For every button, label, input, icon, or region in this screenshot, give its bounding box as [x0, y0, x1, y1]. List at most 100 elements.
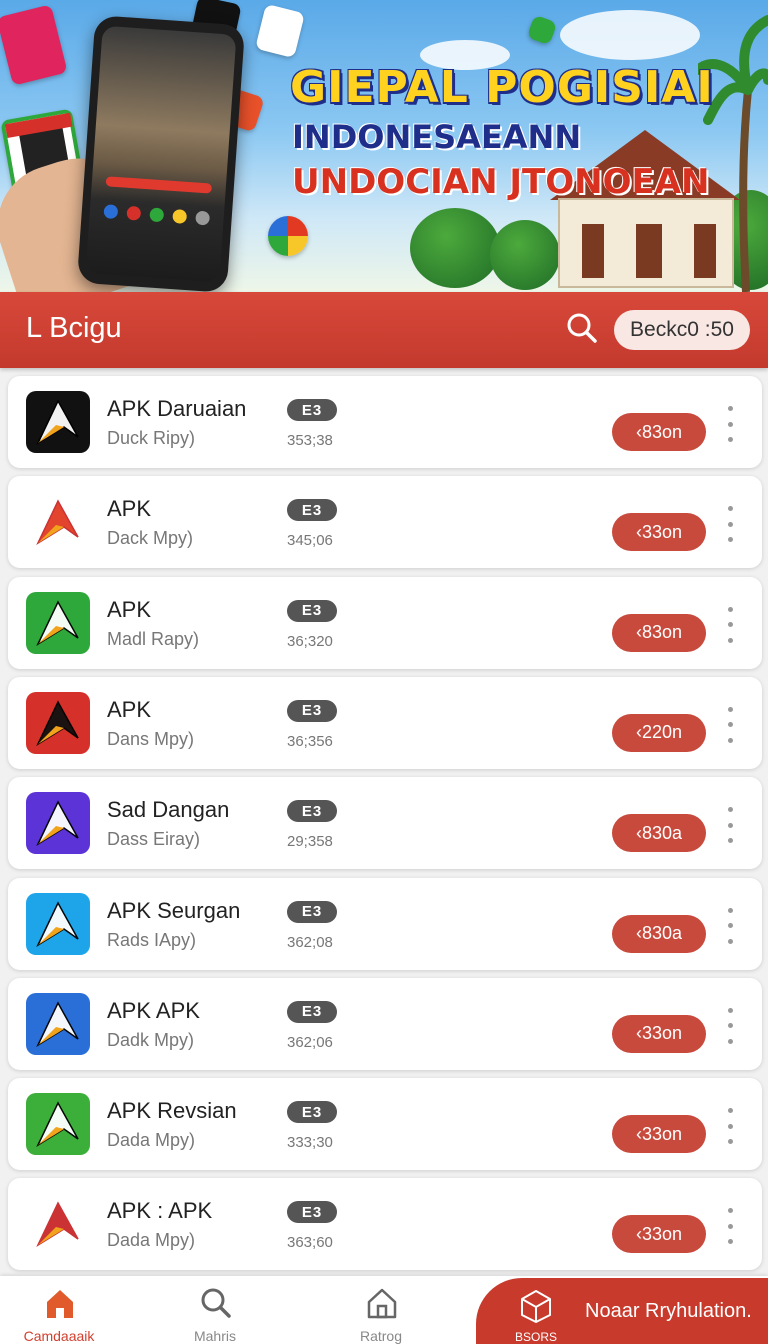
app-action-button[interactable]: ‹33on [612, 1115, 706, 1154]
app-icon[interactable] [26, 792, 90, 855]
nav-promo-item-label: BSORS [514, 1330, 557, 1344]
app-list-item[interactable]: APK APK Dadk Mpy) E3 362;06 ‹33on [8, 977, 762, 1070]
app-badge: E3 [287, 599, 337, 622]
more-options-icon[interactable] [724, 506, 736, 543]
app-badge: E3 [287, 399, 337, 421]
app-icon[interactable] [26, 1093, 90, 1156]
more-options-icon[interactable] [724, 1208, 736, 1245]
app-action-button[interactable]: ‹830a [612, 914, 706, 953]
app-badge: E3 [287, 1000, 337, 1023]
phone-illustration [76, 15, 246, 292]
app-stat: 333;30 [287, 1134, 333, 1152]
app-name: APK [107, 596, 152, 622]
app-icon[interactable] [26, 691, 90, 754]
app-name: APK [107, 496, 152, 522]
app-icon[interactable] [26, 892, 90, 955]
house-outline-icon [367, 1288, 397, 1319]
home-icon [47, 1290, 73, 1318]
app-list-item[interactable]: APK : APK Dada Mpy) E3 363;60 ‹33on [8, 1178, 762, 1271]
app-icon[interactable] [26, 491, 90, 554]
app-subtitle: Dadk Mpy) [107, 1029, 195, 1050]
nav-item-search[interactable]: Mahris [160, 1276, 270, 1344]
app-subtitle: Dada Mpy) [107, 1230, 196, 1251]
app-subtitle: Dass Eiray) [107, 829, 201, 850]
more-options-icon[interactable] [724, 606, 736, 643]
app-icon[interactable] [26, 591, 90, 654]
floating-app-tile [255, 3, 305, 59]
bottom-navigation: Camdaaaik Mahris Ratrog BSORS Noaar Rryh… [0, 1276, 768, 1344]
floating-app-tile [526, 14, 558, 46]
palm-tree-illustration [698, 15, 768, 292]
app-badge: E3 [287, 1201, 337, 1224]
app-icon[interactable] [26, 391, 90, 453]
search-icon[interactable] [564, 310, 600, 346]
app-stat: 362;06 [287, 1033, 333, 1051]
app-action-button[interactable]: ‹220n [612, 713, 706, 752]
app-action-button[interactable]: ‹83on [612, 413, 706, 451]
nav-item-home[interactable]: Camdaaaik [4, 1276, 114, 1344]
nav-label-home: Camdaaaik [23, 1328, 95, 1344]
app-stat: 36;356 [287, 732, 333, 750]
header-bar: L Bcigu Beckc0 :50 [0, 292, 768, 368]
app-action-button[interactable]: ‹33on [612, 1014, 706, 1053]
search-icon [201, 1288, 231, 1318]
more-options-icon[interactable] [724, 406, 736, 442]
app-action-button[interactable]: ‹830a [612, 814, 706, 853]
app-list-item[interactable]: APK Daruaian Duck Ripy) E3 353;38 ‹83on [8, 376, 762, 468]
more-options-icon[interactable] [724, 907, 736, 944]
page-title: L Bcigu [26, 312, 122, 344]
app-name: APK [107, 696, 152, 722]
floating-app-tile [0, 4, 68, 86]
app-action-button[interactable]: ‹33on [612, 513, 706, 552]
app-subtitle: Duck Ripy) [107, 428, 196, 448]
more-options-icon[interactable] [724, 807, 736, 844]
app-badge: E3 [287, 900, 337, 923]
box-icon [521, 1290, 551, 1323]
app-badge: E3 [287, 699, 337, 722]
app-list-item[interactable]: APK Dack Mpy) E3 345;06 ‹33on [8, 476, 762, 569]
app-subtitle: Rads IApy) [107, 929, 197, 950]
header-filter-pill[interactable]: Beckc0 :50 [614, 310, 750, 350]
app-name: APK : APK [107, 1198, 213, 1224]
more-options-icon[interactable] [724, 706, 736, 743]
app-action-button[interactable]: ‹33on [612, 1215, 706, 1254]
app-stat: 363;60 [287, 1234, 333, 1252]
app-name: APK Daruaian [107, 396, 247, 421]
app-stat: 362;08 [287, 933, 333, 951]
app-list-item[interactable]: APK Seurgan Rads IApy) E3 362;08 ‹830a [8, 877, 762, 970]
app-icon[interactable] [26, 992, 90, 1055]
app-badge: E3 [287, 800, 337, 823]
hero-banner[interactable]: GIEPAL POGISIAI INDONESAEANN UNDOCIAN JT… [0, 0, 768, 292]
nav-item-ratrog[interactable]: Ratrog [326, 1276, 436, 1344]
app-subtitle: Dack Mpy) [107, 528, 194, 549]
app-badge: E3 [287, 499, 337, 522]
app-stat: 29;358 [287, 833, 333, 851]
app-list-item[interactable]: APK Dans Mpy) E3 36;356 ‹220n [8, 676, 762, 769]
nav-promo-banner[interactable]: BSORS Noaar Rryhulation. [476, 1278, 768, 1344]
more-options-icon[interactable] [724, 1108, 736, 1145]
banner-tagline: UNDOCIAN JTONOEAN [292, 162, 710, 202]
app-subtitle: Dada Mpy) [107, 1130, 196, 1151]
cloud [560, 10, 700, 60]
app-subtitle: Madl Rapy) [107, 628, 200, 649]
app-list-item[interactable]: APK Madl Rapy) E3 36;320 ‹83on [8, 576, 762, 669]
tree [410, 208, 500, 288]
app-list-item[interactable]: Sad Dangan Dass Eiray) E3 29;358 ‹830a [8, 777, 762, 870]
nav-label-search: Mahris [193, 1328, 236, 1344]
app-badge: E3 [287, 1101, 337, 1124]
app-stat: 36;320 [287, 632, 333, 650]
app-stat: 345;06 [287, 532, 333, 550]
more-options-icon[interactable] [724, 1007, 736, 1044]
app-list-item[interactable]: APK Revsian Dada Mpy) E3 333;30 ‹33on [8, 1078, 762, 1171]
app-action-button[interactable]: ‹83on [612, 613, 706, 652]
app-name: Sad Dangan [107, 797, 230, 823]
banner-title: GIEPAL POGISIAI [290, 62, 714, 113]
nav-label-ratrog: Ratrog [359, 1328, 403, 1344]
nav-promo-text: Noaar Rryhulation. [585, 1300, 752, 1322]
app-icon[interactable] [26, 1193, 90, 1256]
app-name: APK Seurgan [107, 897, 241, 923]
app-name: APK Revsian [107, 1098, 237, 1124]
app-name: APK APK [107, 997, 200, 1023]
banner-subtitle: INDONESAEANN [292, 118, 582, 156]
floating-app-tile [268, 216, 308, 256]
